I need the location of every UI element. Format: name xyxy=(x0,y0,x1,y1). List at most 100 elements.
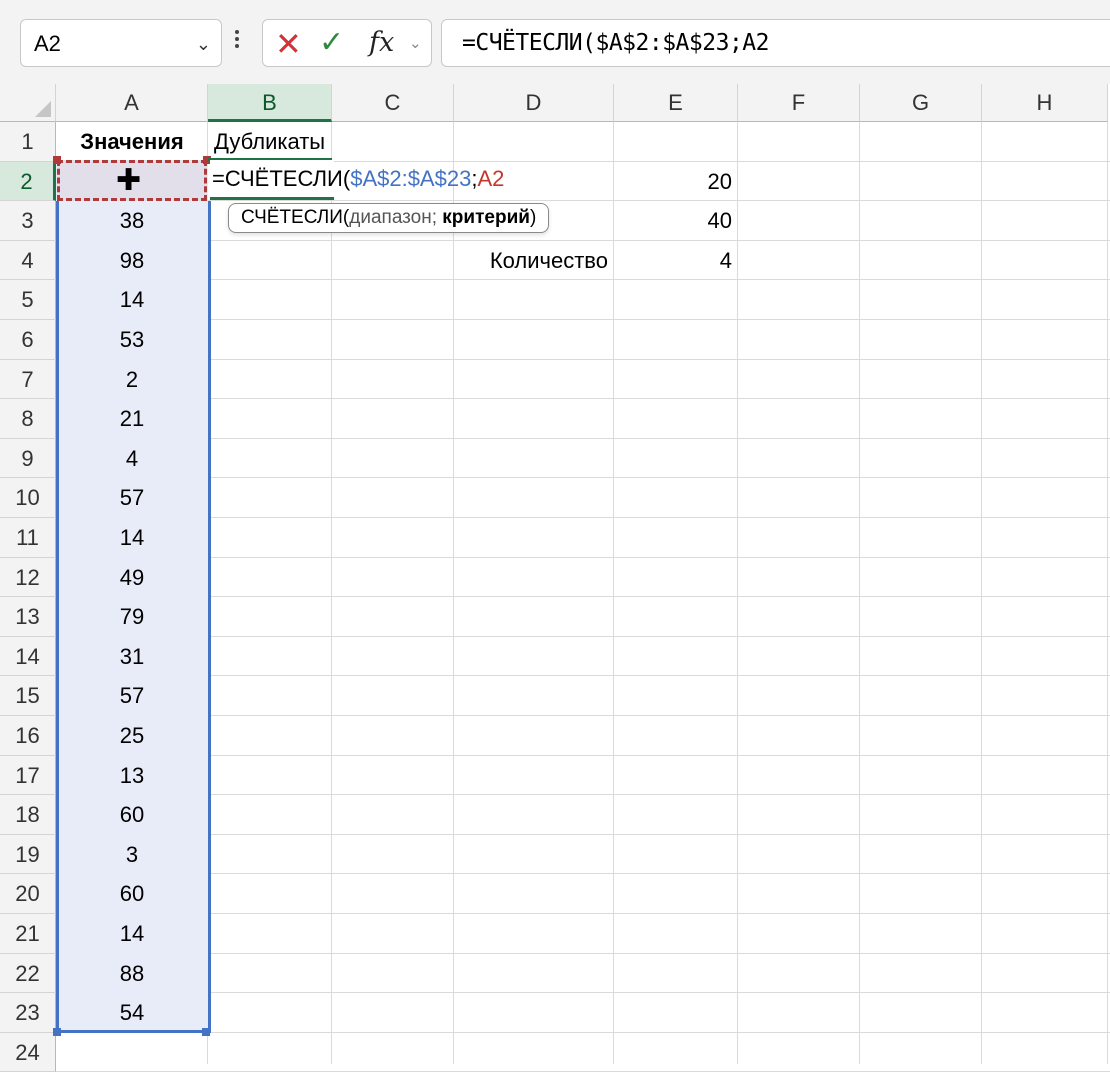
cell-D4[interactable]: Количество xyxy=(454,241,608,281)
row-header-20[interactable]: 20 xyxy=(0,874,56,914)
gridline-horizontal xyxy=(56,635,1110,637)
cell-area[interactable]: ✚ Дубликаты =СЧЁТЕСЛИ($A$2:$A$23;A2 СЧЁТ… xyxy=(53,122,1110,1072)
cell-E4[interactable]: 4 xyxy=(614,241,732,281)
row-header-4[interactable]: 4 xyxy=(0,240,56,281)
gridline-horizontal xyxy=(56,596,1110,598)
cell-A4[interactable]: 98 xyxy=(56,241,208,281)
gridline-horizontal xyxy=(56,200,1110,202)
column-header-h[interactable]: H xyxy=(982,84,1108,122)
row-header-12[interactable]: 12 xyxy=(0,557,56,598)
gridline-horizontal xyxy=(56,715,1110,716)
insert-function-icon[interactable]: fx xyxy=(369,27,394,58)
gridline-horizontal xyxy=(56,675,1110,677)
row-header-15[interactable]: 15 xyxy=(0,676,56,716)
formula-text: =СЧЁТЕСЛИ($A$2:$A$23;A2 xyxy=(462,30,770,56)
cell-A20[interactable]: 60 xyxy=(56,874,208,914)
cell-A21[interactable]: 14 xyxy=(56,914,208,954)
cell-A16[interactable]: 25 xyxy=(56,716,208,756)
gridline-horizontal xyxy=(56,952,1110,954)
chevron-down-icon[interactable]: ⌄ xyxy=(196,34,211,55)
tooltip-function: СЧЁТЕСЛИ( xyxy=(241,207,350,228)
cell-A5[interactable]: 14 xyxy=(56,280,208,320)
cancel-icon[interactable]: ✕ xyxy=(275,25,302,63)
gridline-horizontal xyxy=(56,992,1110,994)
cell-A14[interactable]: 31 xyxy=(56,637,208,677)
row-header-9[interactable]: 9 xyxy=(0,438,56,479)
row-header-13[interactable]: 13 xyxy=(0,597,56,637)
cell-A10[interactable]: 57 xyxy=(56,478,208,518)
cell-A6[interactable]: 53 xyxy=(56,320,208,360)
row-header-2[interactable]: 2 xyxy=(0,161,56,202)
tooltip-arg-range: диапазон; xyxy=(349,207,443,228)
column-header-b[interactable]: B xyxy=(208,84,332,122)
gridline-horizontal xyxy=(56,556,1110,558)
more-options-icon[interactable] xyxy=(234,27,240,55)
column-header-a[interactable]: A xyxy=(56,84,208,122)
column-header-g[interactable]: G xyxy=(860,84,982,122)
formula-prefix: =СЧЁТЕСЛИ( xyxy=(212,166,351,191)
cell-A11[interactable]: 14 xyxy=(56,518,208,558)
tooltip-arg-criteria: критерий xyxy=(442,207,530,228)
column-header-f[interactable]: F xyxy=(738,84,860,122)
name-box-value: A2 xyxy=(34,31,61,56)
cell-A7[interactable]: 2 xyxy=(56,360,208,400)
formula-range-ref: $A$2:$A$23 xyxy=(350,166,472,191)
enter-icon[interactable]: ✓ xyxy=(319,25,344,60)
cell-A8[interactable]: 21 xyxy=(56,399,208,439)
row-header-8[interactable]: 8 xyxy=(0,399,56,439)
row-header-19[interactable]: 19 xyxy=(0,834,56,875)
gridline-horizontal xyxy=(56,477,1110,479)
row-header-5[interactable]: 5 xyxy=(0,280,56,320)
cell-E3[interactable]: 40 xyxy=(614,201,732,241)
row-header-21[interactable]: 21 xyxy=(0,914,56,954)
gridline-horizontal xyxy=(56,754,1110,756)
row-header-6[interactable]: 6 xyxy=(0,320,56,360)
cell-A3[interactable]: 38 xyxy=(56,201,208,241)
formula-criteria-ref: A2 xyxy=(477,166,505,191)
row-header-14[interactable]: 14 xyxy=(0,636,56,677)
cell-A18[interactable]: 60 xyxy=(56,795,208,835)
column-header-c[interactable]: C xyxy=(332,84,454,122)
row-header-11[interactable]: 11 xyxy=(0,518,56,558)
row-header-22[interactable]: 22 xyxy=(0,953,56,994)
cell-A13[interactable]: 79 xyxy=(56,597,208,637)
cell-A19[interactable]: 3 xyxy=(56,835,208,875)
row-header-18[interactable]: 18 xyxy=(0,795,56,835)
cell-A12[interactable]: 49 xyxy=(56,558,208,598)
gridline-vertical xyxy=(859,122,860,1064)
row-header-10[interactable]: 10 xyxy=(0,478,56,518)
row-header-16[interactable]: 16 xyxy=(0,716,56,756)
cell-A9[interactable]: 4 xyxy=(56,439,208,479)
row-header-3[interactable]: 3 xyxy=(0,201,56,241)
row-header-24[interactable]: 24 xyxy=(0,1032,56,1072)
name-box[interactable]: A2 ⌄ xyxy=(20,19,222,67)
cell-A23[interactable]: 54 xyxy=(56,993,208,1033)
cell-A22[interactable]: 88 xyxy=(56,954,208,994)
cell-B1[interactable]: Дубликаты xyxy=(214,122,325,161)
row-header-23[interactable]: 23 xyxy=(0,993,56,1033)
select-all-corner[interactable] xyxy=(0,84,56,122)
row-header-7[interactable]: 7 xyxy=(0,359,56,400)
formula-bar: A2 ⌄ ✕ ✓ fx ⌄ =СЧЁТЕСЛИ($A$2:$A$23;A2 xyxy=(0,0,1110,84)
gridline-horizontal xyxy=(56,358,1110,360)
cell-A1[interactable]: Значения xyxy=(56,122,208,162)
cell-A17[interactable]: 13 xyxy=(56,756,208,796)
gridline-vertical xyxy=(737,122,738,1064)
editing-cell-B2[interactable]: =СЧЁТЕСЛИ($A$2:$A$23;A2 xyxy=(210,160,504,200)
cell-A15[interactable]: 57 xyxy=(56,676,208,716)
column-header-e[interactable]: E xyxy=(614,84,738,122)
function-tooltip[interactable]: СЧЁТЕСЛИ(диапазон; критерий) xyxy=(228,203,550,233)
row-header-17[interactable]: 17 xyxy=(0,755,56,796)
gridline-horizontal xyxy=(56,319,1110,320)
gridline-horizontal xyxy=(56,913,1110,914)
expand-chevron-icon[interactable]: ⌄ xyxy=(409,34,422,52)
gridline-vertical xyxy=(331,122,332,1064)
cell-cursor-icon: ✚ xyxy=(116,163,142,198)
gridline-horizontal xyxy=(56,437,1110,439)
formula-input[interactable]: =СЧЁТЕСЛИ($A$2:$A$23;A2 xyxy=(441,19,1110,67)
column-header-d[interactable]: D xyxy=(454,84,614,122)
row-header-1[interactable]: 1 xyxy=(0,122,56,162)
gridline-horizontal xyxy=(56,794,1110,796)
gridline-horizontal xyxy=(56,517,1110,518)
cell-E2[interactable]: 20 xyxy=(614,162,732,202)
